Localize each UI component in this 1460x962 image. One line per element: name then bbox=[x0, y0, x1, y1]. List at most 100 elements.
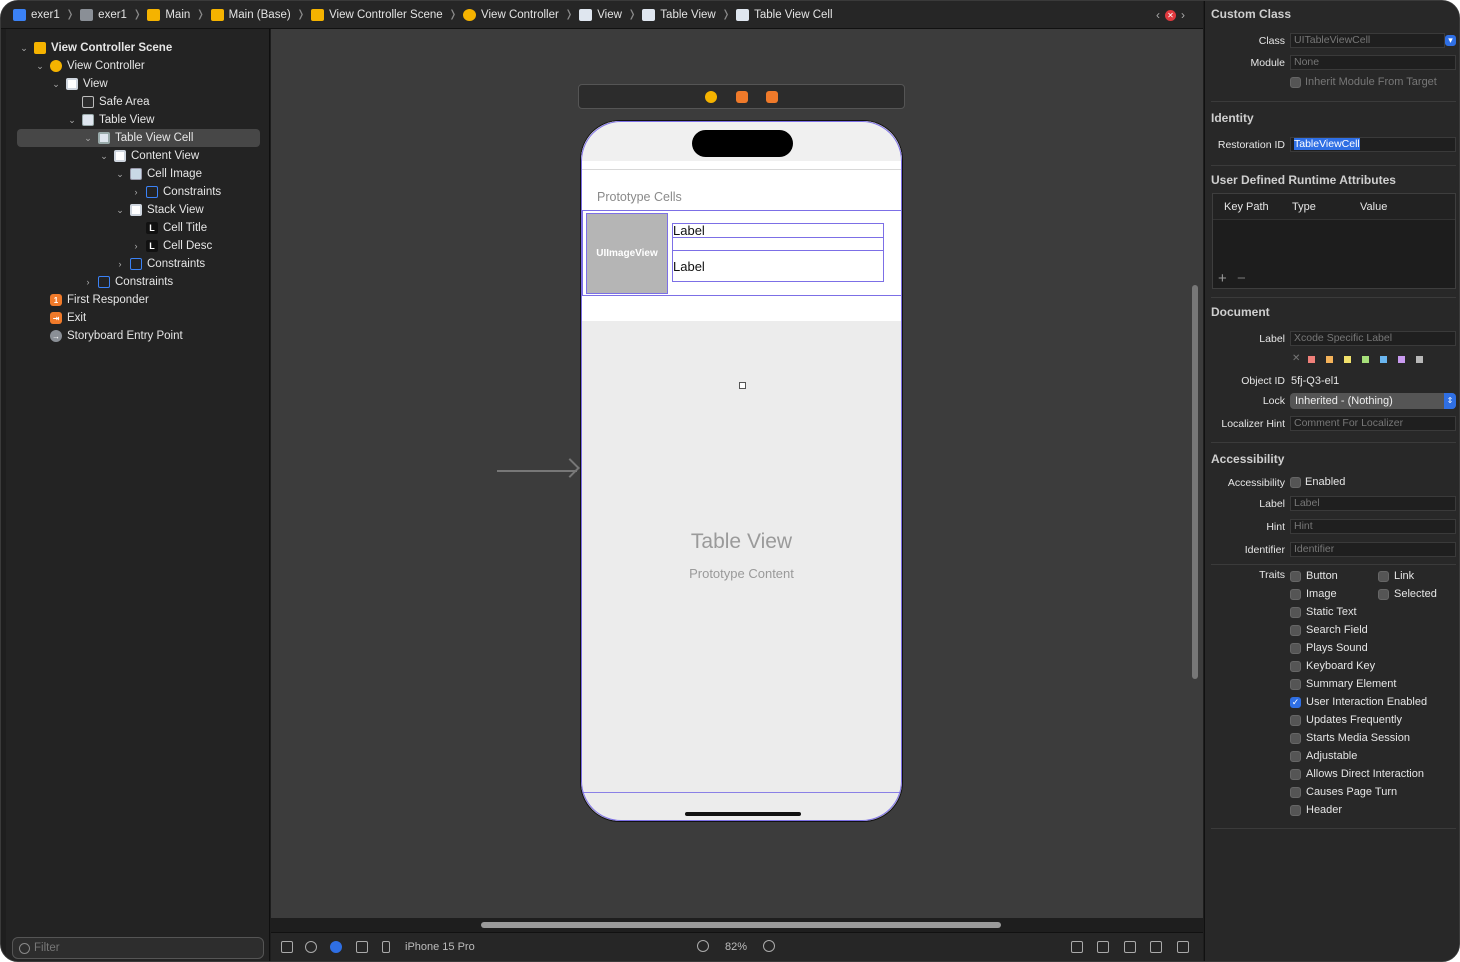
disclosure-closed-icon[interactable]: › bbox=[82, 277, 94, 287]
trait-checkbox[interactable] bbox=[1290, 571, 1301, 582]
iphone-frame[interactable]: Prototype Cells UIImageView Label Label … bbox=[580, 120, 903, 822]
accessibility-enabled-checkbox[interactable] bbox=[1290, 477, 1301, 488]
zoom-level[interactable]: 82% bbox=[725, 941, 747, 953]
resolve-issues-icon[interactable] bbox=[1150, 941, 1162, 953]
trait-checkbox[interactable] bbox=[1290, 805, 1301, 816]
outline-item[interactable]: 1 First Responder bbox=[6, 291, 149, 309]
breadcrumb-item[interactable]: exer1 bbox=[13, 8, 60, 21]
trait-checkbox[interactable] bbox=[1290, 625, 1301, 636]
color-swatch[interactable] bbox=[1308, 356, 1315, 363]
storyboard-canvas[interactable]: Prototype Cells UIImageView Label Label … bbox=[271, 29, 1203, 928]
outline-item[interactable]: ⌄ View Controller Scene bbox=[6, 39, 172, 57]
disclosure-open-icon[interactable]: ⌄ bbox=[114, 169, 126, 180]
embed-in-icon[interactable] bbox=[1177, 941, 1189, 953]
filter-field[interactable]: Filter bbox=[12, 937, 264, 959]
breadcrumb-item[interactable]: View Controller Scene bbox=[311, 8, 443, 21]
trait-checkbox[interactable] bbox=[1290, 787, 1301, 798]
trait-checkbox[interactable] bbox=[1290, 751, 1301, 762]
trait-checkbox[interactable] bbox=[1290, 715, 1301, 726]
disclosure-open-icon[interactable]: ⌄ bbox=[114, 205, 126, 216]
forward-chevron-icon[interactable]: › bbox=[1181, 8, 1185, 22]
outline-item[interactable]: L Cell Title bbox=[6, 219, 207, 237]
disclosure-open-icon[interactable]: ⌄ bbox=[82, 133, 94, 144]
breadcrumb-item[interactable]: Table View bbox=[642, 8, 716, 21]
vertical-scrollbar[interactable] bbox=[1192, 285, 1198, 679]
trait-checkbox[interactable]: ✓ bbox=[1290, 697, 1301, 708]
color-swatch[interactable] bbox=[1344, 356, 1351, 363]
device-icon[interactable] bbox=[382, 941, 390, 953]
view-controller-icon[interactable] bbox=[705, 91, 717, 103]
zoom-out-icon[interactable] bbox=[697, 940, 709, 952]
color-swatch[interactable] bbox=[1380, 356, 1387, 363]
breadcrumb-item[interactable]: Main bbox=[147, 8, 190, 21]
outline-item[interactable]: ⌄ Cell Image bbox=[6, 165, 202, 183]
disclosure-open-icon[interactable]: ⌄ bbox=[18, 43, 30, 54]
trait-checkbox[interactable] bbox=[1378, 571, 1389, 582]
outline-item[interactable]: ⇥ Exit bbox=[6, 309, 86, 327]
inherit-module-checkbox[interactable] bbox=[1290, 77, 1301, 88]
breadcrumb-item[interactable]: Table View Cell bbox=[736, 8, 833, 21]
add-constraints-icon[interactable] bbox=[1124, 941, 1136, 953]
trait-checkbox[interactable] bbox=[1290, 589, 1301, 600]
first-responder-icon[interactable] bbox=[736, 91, 748, 103]
trait-checkbox[interactable] bbox=[1378, 589, 1389, 600]
device-name[interactable]: iPhone 15 Pro bbox=[405, 941, 475, 953]
horizontal-scrollbar[interactable] bbox=[481, 922, 1001, 928]
trait-checkbox[interactable] bbox=[1290, 679, 1301, 690]
restoration-id-field[interactable]: TableViewCell bbox=[1290, 137, 1456, 152]
trait-checkbox[interactable] bbox=[1290, 661, 1301, 672]
disclosure-closed-icon[interactable]: › bbox=[130, 187, 142, 197]
outline-item[interactable]: ⌄ Table View Cell bbox=[17, 129, 260, 147]
trait-checkbox[interactable] bbox=[1290, 733, 1301, 744]
appearance-icon[interactable] bbox=[305, 941, 317, 953]
color-swatch[interactable] bbox=[1362, 356, 1369, 363]
acc-identifier-field[interactable]: Identifier bbox=[1290, 542, 1456, 557]
color-swatch[interactable] bbox=[1398, 356, 1405, 363]
orientation-icon[interactable] bbox=[356, 941, 368, 953]
remove-attribute-icon[interactable]: − bbox=[1237, 270, 1246, 287]
outline-item[interactable]: › Constraints bbox=[6, 183, 221, 201]
breadcrumb-item[interactable]: Main (Base) bbox=[210, 8, 291, 21]
disclosure-open-icon[interactable]: ⌄ bbox=[66, 115, 78, 126]
clear-color-icon[interactable]: ✕ bbox=[1292, 353, 1300, 364]
add-attribute-icon[interactable]: + bbox=[1218, 270, 1227, 287]
color-swatch[interactable] bbox=[1416, 356, 1423, 363]
back-chevron-icon[interactable]: ‹ bbox=[1156, 8, 1160, 22]
disclosure-open-icon[interactable]: ⌄ bbox=[50, 79, 62, 90]
update-frames-icon[interactable] bbox=[1071, 941, 1083, 953]
zoom-in-icon[interactable] bbox=[763, 940, 775, 952]
outline-item[interactable]: › Constraints bbox=[6, 255, 205, 273]
outline-item[interactable]: ⌄ View Controller bbox=[6, 57, 145, 75]
acc-label-field[interactable]: Label bbox=[1290, 496, 1456, 511]
breadcrumb-item[interactable]: exer1 bbox=[80, 8, 127, 21]
key-path-column[interactable]: Key Path bbox=[1224, 201, 1269, 213]
trait-checkbox[interactable] bbox=[1290, 643, 1301, 654]
acc-hint-field[interactable]: Hint bbox=[1290, 519, 1456, 534]
disclosure-open-icon[interactable]: ⌄ bbox=[98, 151, 110, 162]
outline-item[interactable]: ⌄ View bbox=[6, 75, 108, 93]
exit-icon[interactable] bbox=[766, 91, 778, 103]
lock-popup[interactable]: Inherited - (Nothing) ⇕ bbox=[1290, 393, 1456, 409]
align-icon[interactable] bbox=[1097, 941, 1109, 953]
outline-item[interactable]: → Storyboard Entry Point bbox=[6, 327, 183, 345]
outline-item[interactable]: ⌄ Stack View bbox=[6, 201, 204, 219]
module-field[interactable]: None bbox=[1290, 55, 1456, 70]
color-swatch[interactable] bbox=[1326, 356, 1333, 363]
outline-item[interactable]: › Constraints bbox=[6, 273, 173, 291]
runtime-attributes-table[interactable]: Key Path Type Value + − bbox=[1212, 193, 1456, 289]
outline-item[interactable]: Safe Area bbox=[6, 93, 150, 111]
class-field[interactable]: UITableViewCell bbox=[1290, 33, 1445, 48]
localizer-hint-field[interactable]: Comment For Localizer bbox=[1290, 416, 1456, 431]
outline-item[interactable]: ⌄ Content View bbox=[6, 147, 199, 165]
breadcrumb-item[interactable]: View Controller bbox=[463, 8, 559, 21]
dark-mode-icon[interactable] bbox=[330, 941, 342, 953]
disclosure-closed-icon[interactable]: › bbox=[114, 259, 126, 269]
breadcrumb-item[interactable]: View bbox=[579, 8, 622, 21]
outline-item[interactable]: ⌄ Table View bbox=[6, 111, 154, 129]
type-column[interactable]: Type bbox=[1292, 201, 1316, 213]
class-dropdown-icon[interactable]: ▾ bbox=[1445, 35, 1456, 46]
error-icon[interactable]: ✕ bbox=[1165, 9, 1176, 21]
trait-checkbox[interactable] bbox=[1290, 769, 1301, 780]
trait-checkbox[interactable] bbox=[1290, 607, 1301, 618]
toggle-outline-icon[interactable] bbox=[281, 941, 293, 953]
